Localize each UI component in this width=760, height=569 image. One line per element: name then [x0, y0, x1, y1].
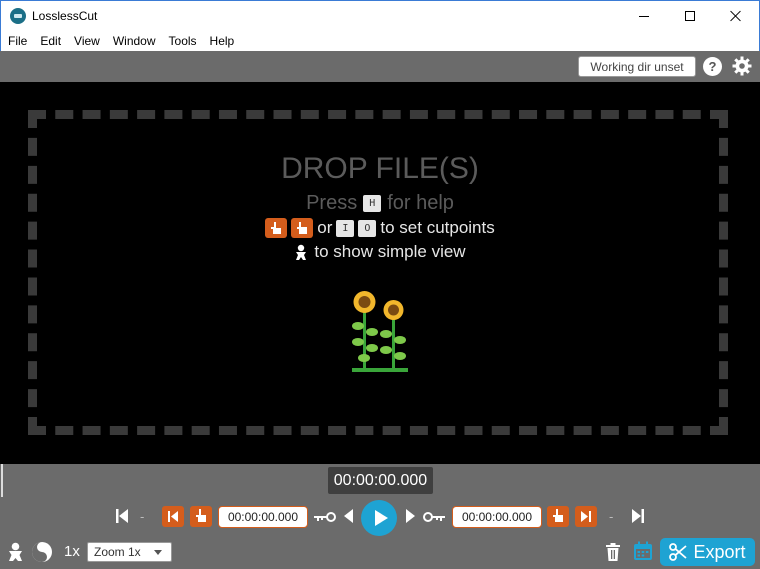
help-key: H [363, 195, 382, 212]
export-label: Export [693, 541, 746, 562]
next-keyframe-button[interactable] [406, 508, 416, 524]
cut-key-out: O [358, 219, 377, 237]
menu-window[interactable]: Window [113, 34, 156, 48]
gear-icon[interactable] [732, 56, 752, 76]
menu-bar: File Edit View Window Tools Help [0, 30, 760, 51]
zoom-select[interactable]: Zoom 1x [87, 542, 172, 562]
zoom-select-value: Zoom 1x [94, 545, 141, 559]
drop-zone[interactable]: DROP FILE(S) Press H for help or I O to … [0, 82, 760, 464]
cutpoint-hint: or I O to set cutpoints [0, 218, 760, 238]
simple-view-hint: to show simple view [0, 242, 760, 262]
simple-suffix-text: to show simple view [314, 242, 466, 261]
working-dir-button[interactable]: Working dir unset [578, 56, 696, 77]
jump-cut-start-button[interactable] [162, 506, 184, 527]
minimize-button[interactable] [621, 1, 667, 31]
bottom-bar: 1x Zoom 1x Export [0, 537, 760, 569]
set-cut-start-button[interactable] [190, 506, 212, 527]
calendar-icon[interactable] [633, 541, 653, 561]
drop-title: DROP FILE(S) [281, 152, 479, 185]
close-button[interactable] [713, 1, 759, 31]
menu-edit[interactable]: Edit [40, 34, 61, 48]
close-icon [730, 10, 742, 22]
cut-suffix-text: to set cutpoints [380, 218, 495, 237]
app-logo-icon [10, 8, 26, 24]
set-cut-start-icon [265, 218, 288, 238]
minimize-icon [639, 15, 649, 17]
playhead[interactable] [1, 464, 3, 497]
playback-controls: - 00:00:00.000 00:00:00.000 - [0, 497, 760, 537]
cut-or-text: or [317, 218, 333, 237]
scissors-icon [669, 543, 688, 561]
sunflower-illustration [352, 291, 408, 372]
help-press-text: Press [306, 192, 358, 214]
trash-icon[interactable] [605, 543, 621, 561]
set-cut-end-icon [291, 218, 314, 238]
start-dash: - [140, 509, 145, 524]
simple-mode-button[interactable] [7, 542, 24, 562]
menu-tools[interactable]: Tools [169, 34, 197, 48]
help-icon[interactable]: ? [703, 57, 722, 76]
set-cut-end-button[interactable] [547, 506, 569, 527]
baby-icon [9, 542, 22, 561]
maximize-button[interactable] [667, 1, 713, 31]
yin-yang-icon[interactable] [31, 541, 53, 563]
key-start-icon[interactable] [314, 511, 336, 523]
jump-to-start-button[interactable] [116, 508, 128, 524]
playback-speed[interactable]: 1x [64, 543, 80, 560]
end-dash: - [609, 509, 614, 524]
help-suffix-text: for help [387, 192, 454, 214]
jump-cut-end-button[interactable] [575, 506, 597, 527]
previous-keyframe-button[interactable] [343, 508, 353, 524]
export-button[interactable]: Export [660, 538, 755, 566]
menu-view[interactable]: View [74, 34, 100, 48]
title-bar: LosslessCut [0, 0, 760, 30]
help-hint: Press H for help [0, 192, 760, 215]
menu-file[interactable]: File [8, 34, 27, 48]
menu-help[interactable]: Help [210, 34, 235, 48]
cut-start-time-input[interactable]: 00:00:00.000 [218, 506, 308, 528]
top-toolbar: Working dir unset ? [0, 51, 760, 82]
baby-icon [296, 244, 307, 260]
cut-end-time-input[interactable]: 00:00:00.000 [452, 506, 542, 528]
window-title: LosslessCut [32, 9, 98, 23]
jump-to-end-button[interactable] [632, 508, 644, 524]
current-time-display: 00:00:00.000 [328, 467, 433, 494]
key-end-icon[interactable] [423, 511, 445, 523]
maximize-icon [685, 11, 695, 21]
chevron-down-icon [154, 550, 162, 555]
timeline[interactable]: 00:00:00.000 [0, 464, 760, 497]
play-button[interactable] [361, 500, 397, 536]
cut-key-in: I [336, 219, 355, 237]
